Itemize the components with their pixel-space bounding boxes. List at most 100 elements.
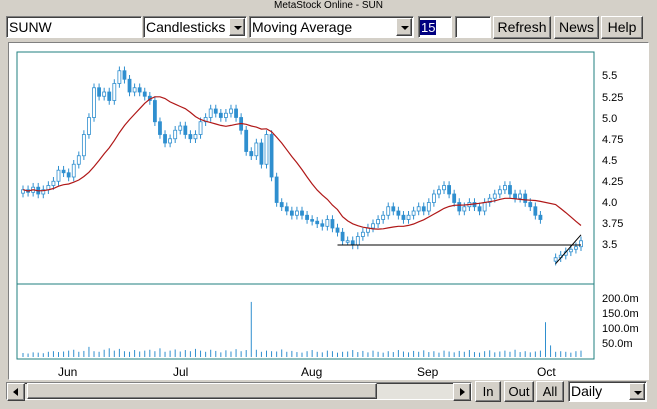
candle [152, 100, 157, 123]
candle [513, 193, 517, 199]
candle [137, 87, 142, 93]
candle [97, 87, 101, 97]
candle [229, 108, 233, 114]
candle [381, 214, 386, 220]
periodicity-value: Daily [571, 383, 603, 399]
candle [163, 134, 167, 144]
chevron-down-icon[interactable] [396, 18, 412, 36]
candle [269, 134, 274, 178]
chart-type-select[interactable]: Candlesticks [143, 16, 247, 38]
candle [492, 193, 497, 199]
horizontal-scrollbar[interactable] [6, 382, 472, 401]
candle [371, 223, 375, 229]
candle [497, 189, 502, 195]
candle [279, 202, 284, 208]
candle [431, 193, 436, 203]
candle [107, 91, 112, 101]
candle [416, 206, 421, 212]
candle [396, 210, 401, 216]
candle [528, 202, 533, 208]
candle [168, 138, 173, 144]
candle [198, 121, 203, 135]
candle [183, 125, 188, 135]
candle [289, 210, 294, 216]
candle [437, 189, 441, 195]
candle [538, 214, 543, 220]
extra-input[interactable] [455, 16, 491, 38]
period-value: 15 [420, 20, 437, 35]
candle [295, 210, 299, 216]
candle [320, 223, 325, 227]
price-pane-frame [16, 51, 595, 285]
price-tick-label: 5.25 [602, 92, 623, 104]
month-label: Oct [537, 365, 556, 379]
help-button[interactable]: Help [601, 16, 643, 39]
candle [447, 185, 452, 195]
indicator-select[interactable]: Moving Average [249, 16, 414, 38]
candle [330, 219, 335, 229]
candle [386, 206, 391, 216]
zoom-out-button[interactable]: Out [504, 381, 534, 402]
price-chart[interactable]: 5.5 5.25 5.0 4.75 4.5 4.25 4.0 3.75 3.5 … [9, 43, 648, 379]
symbol-input[interactable]: SUNW [6, 16, 142, 38]
scroll-left-button[interactable] [7, 383, 25, 401]
candle [350, 240, 355, 246]
candle [218, 112, 223, 118]
indicator-value: Moving Average [252, 19, 353, 35]
candle [574, 246, 578, 250]
candle [568, 248, 573, 253]
candle [340, 231, 345, 242]
candle [406, 214, 411, 220]
metastock-window: MetaStock Online - SUN SUNW Candlesticks… [0, 0, 657, 409]
show-all-button[interactable]: All [536, 381, 564, 402]
volume-tick-label: 50.0m [602, 338, 633, 350]
candle [142, 91, 147, 97]
candle [401, 214, 406, 220]
candle [244, 129, 249, 152]
news-button[interactable]: News [554, 16, 599, 39]
candle [254, 142, 259, 157]
volume-tick-label: 100.0m [602, 323, 639, 335]
candle [224, 112, 228, 118]
candle [76, 155, 81, 165]
candle [178, 125, 183, 131]
volume-tick-label: 200.0m [602, 293, 639, 305]
candle [234, 108, 238, 118]
candle [462, 206, 467, 212]
zoom-in-button[interactable]: In [475, 381, 501, 402]
price-axis: 5.5 5.25 5.0 4.75 4.5 4.25 4.0 3.75 3.5 [602, 70, 623, 251]
refresh-button[interactable]: Refresh [493, 16, 551, 39]
scroll-right-button[interactable] [453, 383, 471, 401]
candle [61, 169, 66, 174]
chart-panel[interactable]: 5.5 5.25 5.0 4.75 4.5 4.25 4.0 3.75 3.5 … [8, 42, 649, 380]
candle [51, 180, 56, 186]
month-label: Jul [173, 365, 188, 379]
scroll-thumb[interactable] [27, 383, 377, 399]
candle [274, 176, 279, 203]
candle [56, 169, 61, 182]
month-label: Jun [58, 365, 77, 379]
candle [132, 87, 137, 93]
candle [300, 210, 304, 216]
chevron-down-icon[interactable] [629, 383, 645, 400]
candle [310, 219, 315, 222]
price-tick-label: 5.0 [602, 113, 617, 125]
candle [360, 231, 365, 237]
candle [112, 83, 117, 101]
candle [315, 220, 320, 225]
candle [553, 257, 558, 262]
periodicity-select[interactable]: Daily [568, 381, 647, 402]
candle [533, 206, 538, 216]
candle [477, 206, 482, 212]
candle [71, 163, 76, 178]
month-label: Aug [301, 365, 322, 379]
candle [411, 210, 416, 216]
candle [335, 227, 340, 233]
volume-axis: 200.0m 150.0m 100.0m 50.0m [602, 293, 639, 350]
chevron-down-icon[interactable] [229, 18, 245, 36]
candles-group [21, 66, 583, 266]
candle [284, 206, 289, 212]
period-input[interactable]: 15 [418, 16, 452, 38]
window-title: MetaStock Online - SUN [274, 0, 383, 11]
candle [259, 142, 264, 165]
